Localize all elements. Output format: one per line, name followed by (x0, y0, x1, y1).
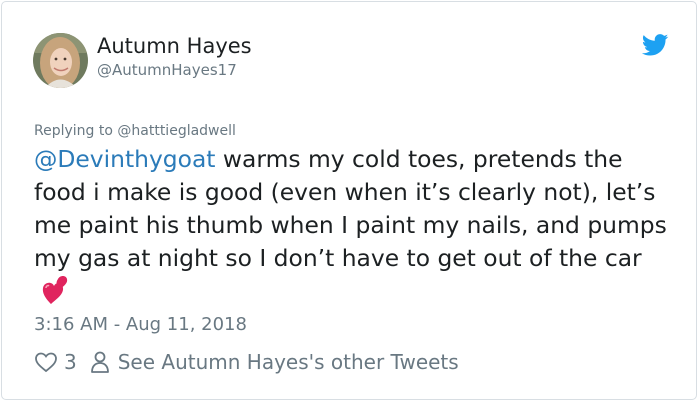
avatar[interactable] (33, 33, 88, 88)
tweet-timestamp[interactable]: 3:16 AM - Aug 11, 2018 (34, 314, 247, 336)
tweet-card: Autumn Hayes @AutumnHayes17 Replying to … (1, 1, 697, 400)
other-tweets-link[interactable]: See Autumn Hayes's other Tweets (118, 350, 459, 374)
replying-to-line: Replying to @hatttiegladwell (34, 122, 236, 140)
tweet-actions: 3 See Autumn Hayes's other Tweets (34, 347, 459, 377)
replying-to-handle[interactable]: @hatttiegladwell (117, 123, 236, 139)
heart-outline-icon[interactable] (34, 350, 58, 374)
person-icon[interactable] (89, 350, 111, 374)
two-hearts-emoji (38, 275, 72, 305)
twitter-bird-icon[interactable] (641, 34, 669, 56)
author-display-name[interactable]: Autumn Hayes (97, 33, 252, 59)
mention-link[interactable]: @Devinthygoat (34, 145, 215, 173)
like-count[interactable]: 3 (64, 350, 77, 374)
author-handle[interactable]: @AutumnHayes17 (97, 60, 237, 80)
tweet-text: @Devinthygoat warms my cold toes, preten… (34, 143, 674, 309)
replying-prefix: Replying to (34, 123, 113, 139)
